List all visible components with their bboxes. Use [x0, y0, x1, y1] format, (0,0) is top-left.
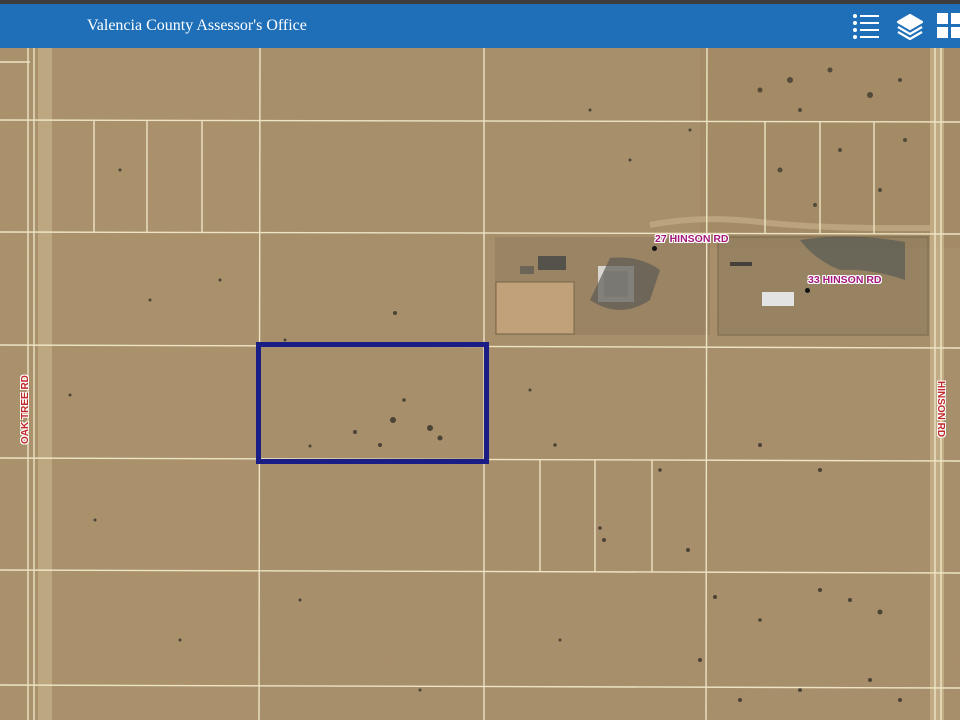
- grid-icon: [936, 12, 960, 40]
- layers-icon: [896, 12, 924, 40]
- aerial-basemap: [0, 48, 960, 720]
- address-label-27-hinson[interactable]: 27 HINSON RD: [655, 233, 729, 245]
- address-point[interactable]: [652, 246, 657, 251]
- list-icon: [851, 12, 881, 40]
- layers-button[interactable]: [888, 4, 932, 48]
- road-label-hinson: HINSON RD: [935, 381, 946, 438]
- app-title: Valencia County Assessor's Office: [87, 17, 307, 34]
- map-view[interactable]: 27 HINSON RD 33 HINSON RD OAK TREE RD HI…: [0, 48, 960, 720]
- list-button[interactable]: [844, 4, 888, 48]
- address-point[interactable]: [805, 288, 810, 293]
- road-label-oak-tree: OAK TREE RD: [20, 375, 31, 444]
- grid-button[interactable]: [932, 4, 960, 48]
- address-label-33-hinson[interactable]: 33 HINSON RD: [808, 274, 882, 286]
- app-header: Valencia County Assessor's Office: [0, 4, 960, 48]
